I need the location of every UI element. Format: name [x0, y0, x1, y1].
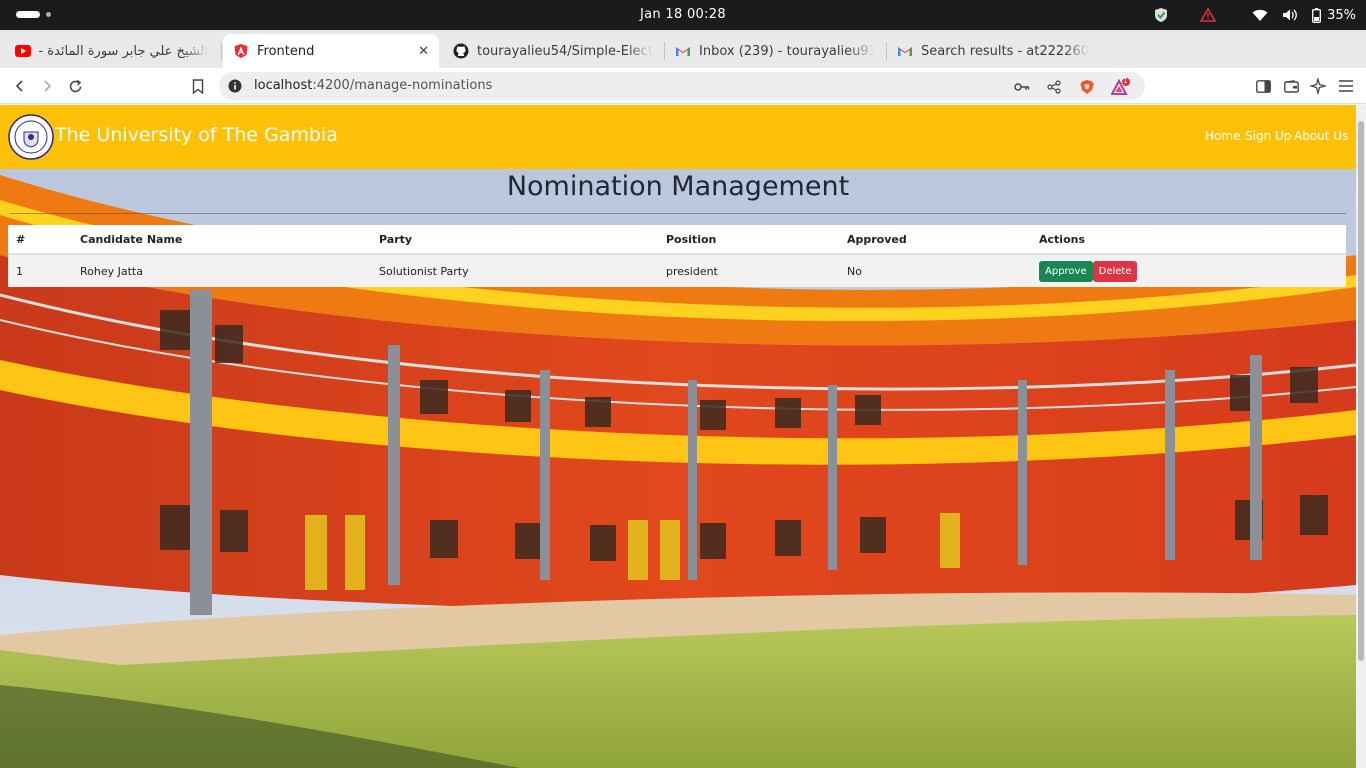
column-header: Position: [658, 225, 839, 255]
sidebar-toggle-icon[interactable]: [1253, 76, 1273, 96]
nav-about-link[interactable]: About Us: [1294, 129, 1348, 143]
browser-toolbar: localhost:4200/manage-nominations 1: [0, 68, 1366, 104]
column-header: #: [8, 225, 72, 255]
column-header: Party: [371, 225, 658, 255]
tab-title: الشيخ علي جابر سورة المائدة - e: [39, 43, 208, 59]
back-icon[interactable]: [10, 76, 30, 96]
table-header-row: # Candidate Name Party Position Approved…: [8, 225, 1346, 255]
close-tab-icon[interactable]: ✕: [418, 44, 429, 59]
tab-title: Inbox (239) - tourayalieu939: [699, 43, 875, 59]
password-key-icon[interactable]: [1014, 79, 1030, 95]
tab-title: Search results - at22226063: [921, 43, 1089, 59]
menu-icon[interactable]: [1336, 76, 1356, 96]
url-text[interactable]: localhost:4200/manage-nominations: [254, 78, 492, 93]
wifi-icon: [1252, 9, 1268, 22]
tab-title: Frontend: [257, 43, 315, 59]
angular-icon: [233, 43, 249, 59]
column-header: Candidate Name: [72, 225, 371, 255]
volume-icon: [1282, 8, 1298, 22]
site-brand[interactable]: The University of The Gambia: [55, 124, 338, 146]
page-title: Nomination Management: [506, 171, 850, 202]
delete-button[interactable]: Delete: [1092, 260, 1138, 282]
browser-tab-strip: الشيخ علي جابر سورة المائدة - e Frontend…: [0, 30, 1366, 89]
forward-icon[interactable]: [37, 76, 57, 96]
brave-shields-icon[interactable]: [1079, 79, 1095, 95]
battery-percent: 35%: [1327, 7, 1356, 23]
column-header: Actions: [1031, 225, 1346, 255]
nominations-table: # Candidate Name Party Position Approved…: [8, 225, 1346, 287]
gmail-icon: [675, 43, 691, 59]
tab-frontend[interactable]: Frontend ✕: [223, 34, 439, 68]
rewards-badge: 1: [1123, 77, 1128, 85]
page-scrollbar[interactable]: [1356, 105, 1366, 768]
tab-gmail-inbox[interactable]: Inbox (239) - tourayalieu939: [665, 34, 885, 68]
os-top-bar: Jan 18 00:28 35%: [0, 0, 1366, 30]
tab-youtube[interactable]: الشيخ علي جابر سورة المائدة - e: [5, 34, 218, 68]
tab-title: tourayalieu54/Simple-Electio: [477, 43, 653, 59]
wallet-icon[interactable]: [1281, 76, 1301, 96]
position: president: [658, 254, 839, 287]
address-bar[interactable]: localhost:4200/manage-nominations 1: [219, 72, 1145, 100]
tab-github[interactable]: tourayalieu54/Simple-Electio: [443, 34, 663, 68]
site-navbar: The University of The Gambia Home Sign U…: [0, 105, 1356, 169]
university-logo[interactable]: [8, 114, 54, 160]
github-icon: [453, 43, 469, 59]
battery-icon: [1312, 7, 1322, 23]
brave-rewards-icon[interactable]: 1: [1111, 77, 1131, 95]
candidate-name: Rohey Jatta: [72, 254, 371, 287]
youtube-icon: [15, 43, 31, 59]
nav-home-link[interactable]: Home: [1205, 129, 1240, 143]
reload-icon[interactable]: [65, 76, 85, 96]
gmail-icon: [897, 43, 913, 59]
warning-icon: [1200, 8, 1217, 22]
nav-signup-link[interactable]: Sign Up: [1245, 129, 1291, 143]
tab-gmail-search[interactable]: Search results - at22226063: [887, 34, 1099, 68]
system-tray[interactable]: 35%: [1154, 5, 1356, 25]
approve-button[interactable]: Approve: [1039, 260, 1093, 282]
divider: [10, 213, 1346, 214]
shield-icon: [1154, 7, 1168, 23]
actions-cell: Approve Delete: [1031, 254, 1346, 287]
approved-status: No: [839, 254, 1031, 287]
row-number: 1: [8, 254, 72, 287]
table-row: 1 Rohey Jatta Solutionist Party presiden…: [8, 254, 1346, 287]
party: Solutionist Party: [371, 254, 658, 287]
web-page: The University of The Gambia Home Sign U…: [0, 105, 1356, 768]
site-info-icon[interactable]: [228, 79, 242, 93]
leo-ai-icon[interactable]: [1308, 76, 1328, 96]
column-header: Approved: [839, 225, 1031, 255]
scrollbar-thumb[interactable]: [1358, 121, 1364, 661]
campus-background-image: [0, 105, 1356, 768]
share-icon[interactable]: [1046, 79, 1062, 95]
bookmark-icon[interactable]: [188, 76, 208, 96]
